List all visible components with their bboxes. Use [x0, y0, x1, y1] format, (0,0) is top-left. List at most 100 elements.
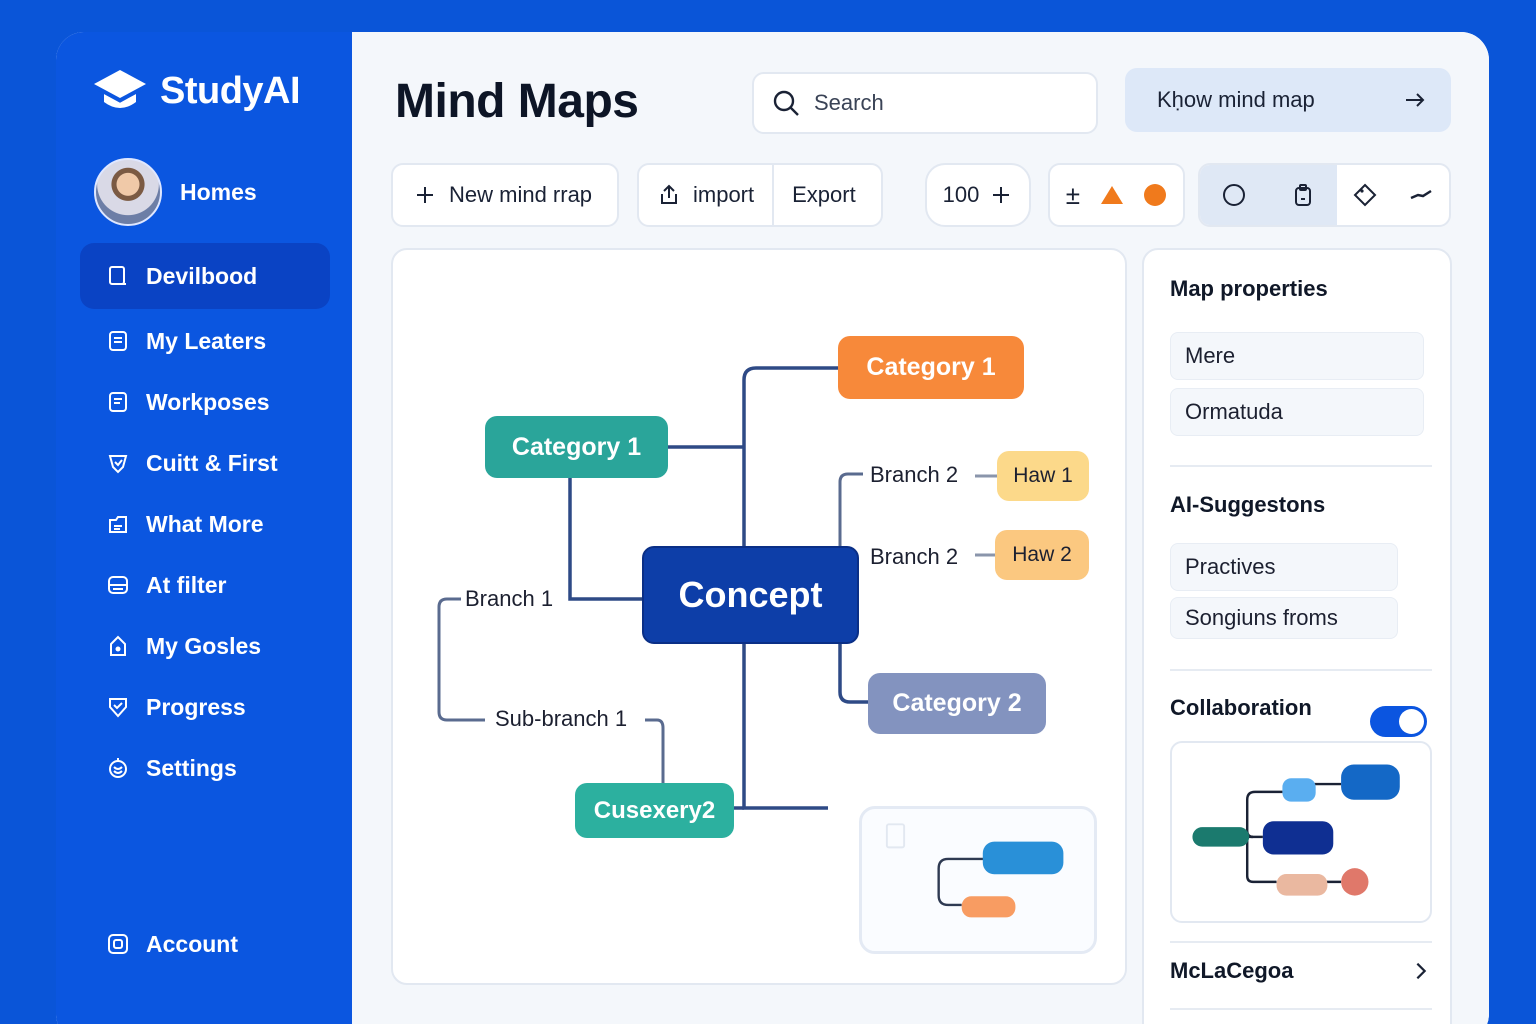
- search-placeholder: Search: [814, 90, 884, 115]
- haw-2-node[interactable]: Haw 2: [995, 530, 1089, 580]
- sidebar-item-label: At filter: [146, 571, 227, 598]
- graduation-cap-icon: [94, 70, 146, 108]
- branch-2-top-label[interactable]: Branch 2: [870, 462, 958, 488]
- cusexery2-node[interactable]: Cusexery2: [575, 783, 734, 838]
- sidebar-item-label: Workposes: [146, 388, 270, 415]
- connector-concept-down: [742, 644, 828, 810]
- connector-teal-concept: [568, 478, 642, 601]
- sidebar-item-at-filter[interactable]: At filter: [80, 553, 330, 617]
- sidebar-item-label: My Leaters: [146, 327, 267, 354]
- toggle-knob: [1399, 709, 1424, 734]
- circle-shape-icon[interactable]: [1143, 183, 1167, 207]
- search-icon: [773, 90, 799, 116]
- property-field-2[interactable]: Ormatuda: [1170, 388, 1424, 436]
- import-button[interactable]: import: [639, 165, 772, 225]
- user-profile[interactable]: Homes: [94, 158, 257, 226]
- sub-branch-1-label[interactable]: Sub-branch 1: [495, 706, 627, 732]
- mclacegoa-label: McLaCegoa: [1170, 958, 1294, 983]
- app-logo[interactable]: StudyAI: [92, 66, 301, 116]
- minimap[interactable]: [859, 806, 1097, 954]
- sidebar-item-what-more[interactable]: What More: [80, 492, 330, 556]
- sidebar-item-devilbood[interactable]: Devilbood: [80, 243, 330, 309]
- export-label: Export: [792, 182, 856, 207]
- divider: [1170, 1008, 1432, 1010]
- sidebar-item-label: Settings: [146, 754, 237, 781]
- clipboard-icon[interactable]: [1291, 183, 1315, 207]
- sidebar: StudyAI Homes Devilbood My Leaters Workp…: [56, 32, 352, 1024]
- sidebar-item-label: Devilbood: [146, 262, 258, 289]
- connector-branch2-top: [838, 472, 863, 546]
- sidebar-item-label: Progress: [146, 693, 246, 720]
- dashboard-icon: [109, 266, 126, 285]
- user-name: Homes: [180, 178, 257, 205]
- branch-1-label[interactable]: Branch 1: [465, 586, 553, 612]
- sidebar-item-label: Cuitt & First: [146, 449, 278, 476]
- zoom-control[interactable]: 100: [925, 163, 1031, 227]
- search-input[interactable]: Search: [752, 72, 1098, 134]
- circle-tool-icon[interactable]: [1222, 183, 1246, 207]
- properties-panel: Map properties Mere Ormatuda AI-Suggesto…: [1142, 248, 1452, 1024]
- sidebar-item-settings[interactable]: Settings: [80, 736, 330, 800]
- connector-branch1: [437, 597, 485, 722]
- ai-suggestions-heading: AI-Suggestons: [1170, 492, 1326, 517]
- collaboration-preview[interactable]: [1170, 741, 1432, 923]
- import-label: import: [693, 182, 755, 207]
- gear-icon: [109, 758, 127, 778]
- drawing-tools: [1198, 163, 1451, 227]
- upload-icon: [661, 184, 677, 204]
- new-mind-map-button[interactable]: New mind rrap: [391, 163, 619, 227]
- collaboration-label: Collaboration: [1170, 695, 1312, 720]
- category-1-teal-node[interactable]: Category 1: [485, 416, 668, 478]
- sidebar-item-label: Account: [146, 930, 238, 957]
- lock-icon: [110, 635, 126, 656]
- page-title: Mind Maps: [395, 75, 639, 128]
- connector-concept-orange: [742, 366, 838, 546]
- plus-icon: [417, 187, 433, 203]
- connector-concept-cat2: [838, 644, 868, 704]
- tool-group-edit: [1337, 165, 1449, 225]
- category-1-orange-node[interactable]: Category 1: [838, 336, 1024, 399]
- chevron-right-icon: [1416, 962, 1427, 980]
- tag-icon[interactable]: [1353, 183, 1377, 207]
- concept-node[interactable]: Concept: [642, 546, 859, 644]
- haw-1-node[interactable]: Haw 1: [997, 451, 1089, 501]
- connector-sub-branch: [645, 718, 665, 783]
- tool-group-shapes: [1200, 165, 1337, 225]
- suggestion-item-1[interactable]: Practives: [1170, 543, 1398, 591]
- divider: [1170, 465, 1432, 467]
- zoom-value: 100: [942, 182, 980, 207]
- know-mind-map-button[interactable]: Kḥow mind map: [1125, 68, 1451, 132]
- triangle-shape-icon[interactable]: [1100, 183, 1124, 207]
- collaboration-toggle[interactable]: [1370, 706, 1427, 737]
- account-icon: [108, 934, 128, 954]
- divider: [1170, 669, 1432, 671]
- sidebar-item-my-gosles[interactable]: My Gosles: [80, 614, 330, 678]
- mclacegoa-row[interactable]: McLaCegoa: [1170, 958, 1432, 984]
- pen-stroke-icon[interactable]: [1409, 183, 1433, 207]
- divider: [1170, 941, 1432, 943]
- sidebar-item-label: My Gosles: [146, 632, 262, 659]
- category-2-node[interactable]: Category 2: [868, 673, 1046, 734]
- plus-minus-button[interactable]: ±: [1066, 180, 1080, 211]
- sidebar-item-account[interactable]: Account: [80, 912, 330, 976]
- branch-2-bottom-label[interactable]: Branch 2: [870, 544, 958, 570]
- sidebar-item-my-leaters[interactable]: My Leaters: [80, 309, 330, 373]
- sidebar-item-cuitt-first[interactable]: Cuitt & First: [80, 431, 330, 495]
- shield-check-icon: [109, 698, 127, 718]
- sidebar-item-progress[interactable]: Progress: [80, 675, 330, 739]
- mind-map-canvas[interactable]: Concept Category 1 Category 1 Category 2…: [391, 248, 1127, 985]
- suggestion-item-2[interactable]: Songiuns froms: [1170, 597, 1398, 639]
- zoom-in-icon[interactable]: [989, 183, 1013, 207]
- sidebar-item-label: What More: [146, 510, 264, 537]
- property-field-1[interactable]: Mere: [1170, 332, 1424, 380]
- folder-icon: [109, 516, 127, 533]
- app-name: StudyAI: [160, 69, 301, 112]
- new-mind-map-label: New mind rrap: [449, 182, 593, 207]
- sidebar-item-workposes[interactable]: Workposes: [80, 370, 330, 434]
- export-button[interactable]: Export: [772, 165, 874, 225]
- sidebar-account: Account: [80, 912, 330, 973]
- shield-icon: [108, 455, 128, 474]
- archive-icon: [108, 576, 128, 594]
- avatar[interactable]: [94, 158, 162, 226]
- main-area: Mind Maps Search Kḥow mind map New mind …: [352, 32, 1489, 1024]
